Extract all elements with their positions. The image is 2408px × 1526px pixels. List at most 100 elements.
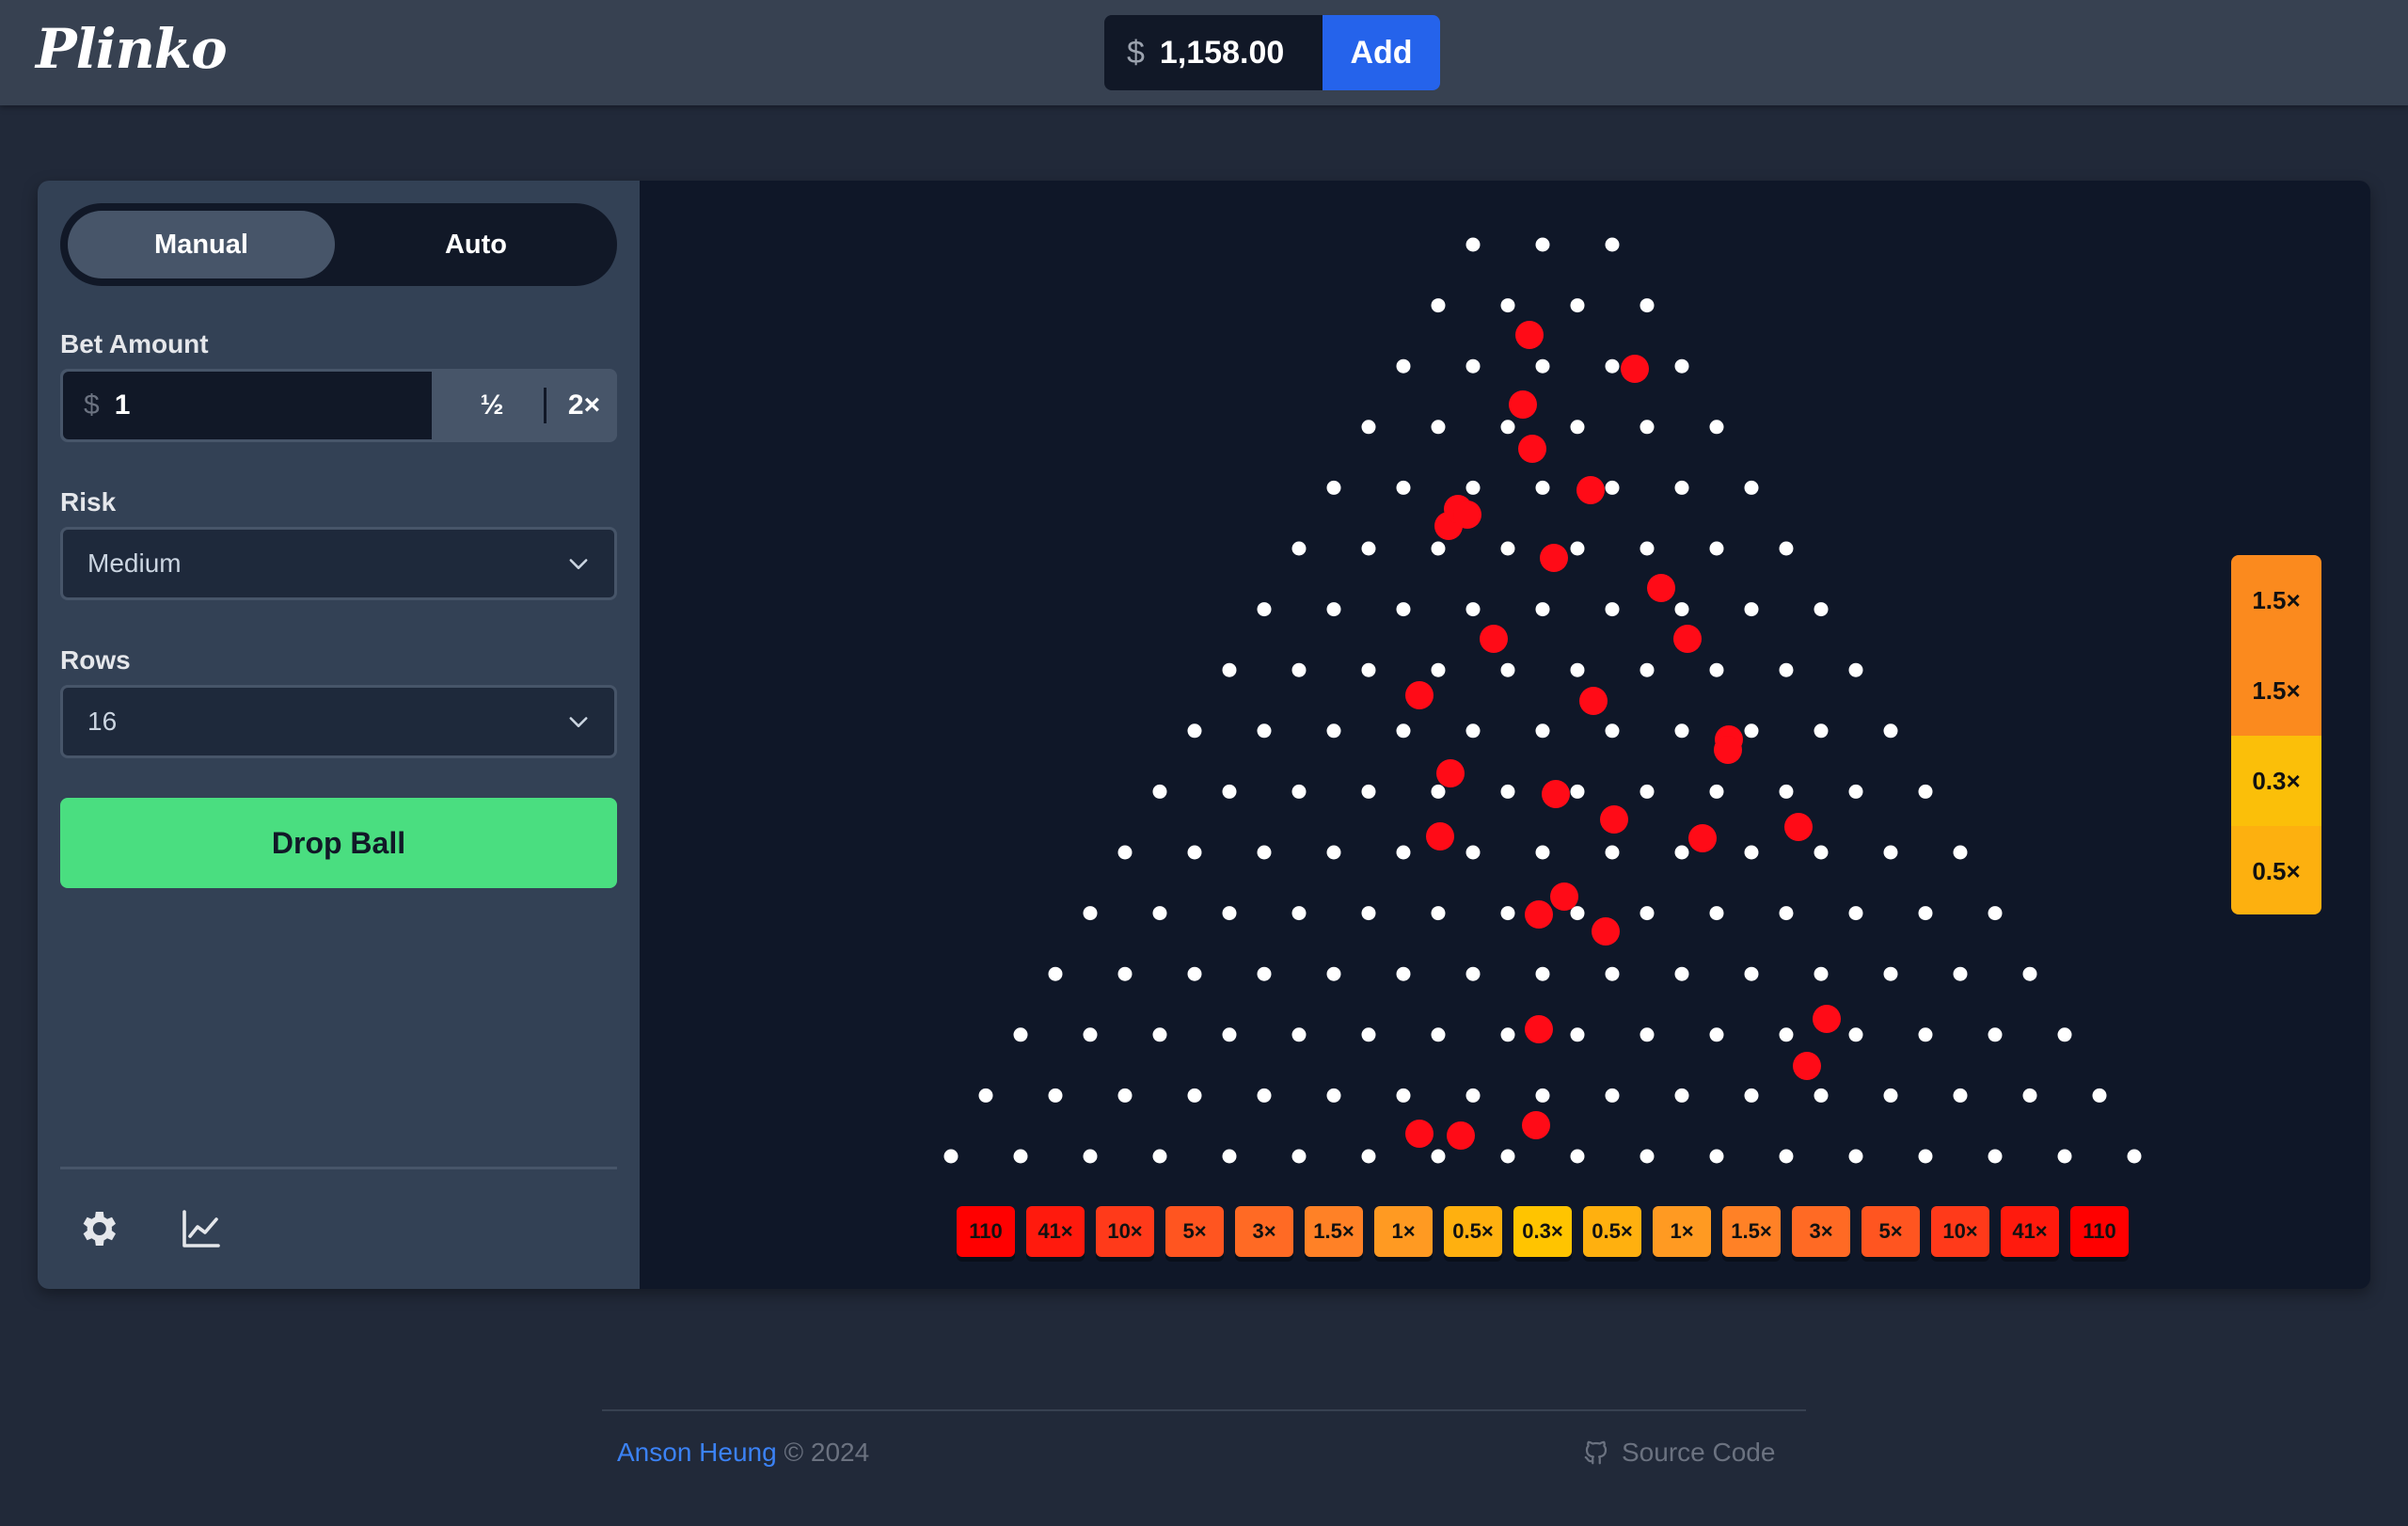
multiplier-slot: 3× <box>1235 1206 1293 1257</box>
double-bet-button[interactable]: 2× <box>538 369 617 442</box>
peg <box>1570 662 1585 677</box>
source-code-link[interactable]: Source Code <box>1582 1438 1775 1468</box>
peg <box>1500 420 1515 435</box>
settings-icon[interactable] <box>75 1206 120 1251</box>
balance-currency: $ <box>1127 34 1145 71</box>
history-item: 0.5× <box>2231 826 2321 914</box>
peg <box>1500 784 1515 799</box>
ball <box>1426 822 1454 850</box>
peg <box>1465 966 1481 981</box>
peg <box>1500 906 1515 921</box>
risk-select[interactable]: Medium <box>60 527 617 600</box>
peg <box>1431 784 1446 799</box>
peg <box>1605 237 1620 252</box>
peg <box>1396 723 1411 739</box>
peg <box>1257 602 1272 617</box>
peg <box>1640 420 1655 435</box>
ball <box>1405 681 1434 709</box>
peg <box>1535 237 1550 252</box>
peg <box>2057 1149 2072 1164</box>
multiplier-slot: 1× <box>1374 1206 1433 1257</box>
multiplier-slot: 0.5× <box>1444 1206 1502 1257</box>
peg <box>1083 1027 1098 1042</box>
peg <box>1431 1027 1446 1042</box>
peg <box>1779 906 1794 921</box>
peg <box>1396 1088 1411 1103</box>
ball <box>1576 476 1605 504</box>
copyright-text: © 2024 <box>784 1438 870 1467</box>
multiplier-slot: 5× <box>1861 1206 1920 1257</box>
balance-display: $ 1,158.00 <box>1104 15 1323 90</box>
ball <box>1813 1005 1841 1033</box>
peg <box>1709 1149 1724 1164</box>
peg <box>1326 480 1341 495</box>
peg <box>1326 966 1341 981</box>
half-bet-button[interactable]: ½ <box>446 369 538 442</box>
ball <box>1515 321 1544 349</box>
multiplier-slot: 3× <box>1792 1206 1850 1257</box>
risk-label: Risk <box>60 487 117 517</box>
peg <box>1814 845 1829 860</box>
chevron-down-icon <box>569 717 588 727</box>
peg <box>1048 966 1063 981</box>
sidebar: Manual Auto Bet Amount $ 1 ½ 2× Risk Med… <box>38 181 640 1289</box>
peg <box>1361 541 1376 556</box>
ball <box>1525 1015 1553 1043</box>
rows-label: Rows <box>60 645 131 675</box>
peg <box>1222 1027 1237 1042</box>
peg <box>2022 1088 2037 1103</box>
peg <box>1361 784 1376 799</box>
peg <box>2092 1088 2107 1103</box>
multiplier-slot: 41× <box>2001 1206 2059 1257</box>
peg <box>1605 966 1620 981</box>
bet-amount-input[interactable]: $ 1 <box>63 372 432 439</box>
peg <box>1500 1027 1515 1042</box>
peg <box>1744 602 1759 617</box>
peg <box>1988 1149 2003 1164</box>
drop-ball-button[interactable]: Drop Ball <box>60 798 617 888</box>
peg <box>1814 1088 1829 1103</box>
add-balance-button[interactable]: Add <box>1323 15 1440 90</box>
tab-auto[interactable]: Auto <box>342 211 610 278</box>
peg <box>1535 723 1550 739</box>
peg <box>1152 906 1167 921</box>
author-link[interactable]: Anson Heung <box>617 1438 777 1467</box>
peg <box>1187 966 1202 981</box>
result-history: 1.5× 1.5× 0.3× 0.5× <box>2231 555 2321 914</box>
peg <box>1431 1149 1446 1164</box>
peg <box>1674 480 1689 495</box>
peg <box>1640 298 1655 313</box>
peg <box>1848 784 1863 799</box>
ball <box>1525 900 1553 929</box>
peg <box>1291 906 1307 921</box>
peg <box>1048 1088 1063 1103</box>
peg <box>1570 1149 1585 1164</box>
peg <box>1222 906 1237 921</box>
peg <box>1744 1088 1759 1103</box>
game-card: Manual Auto Bet Amount $ 1 ½ 2× Risk Med… <box>38 181 2370 1289</box>
peg <box>1605 1088 1620 1103</box>
chart-icon[interactable] <box>179 1206 224 1251</box>
peg <box>1814 723 1829 739</box>
multiplier-slot: 10× <box>1096 1206 1154 1257</box>
peg <box>1361 420 1376 435</box>
peg <box>1570 298 1585 313</box>
tab-manual[interactable]: Manual <box>68 211 335 278</box>
multiplier-slot: 110 <box>957 1206 1015 1257</box>
peg <box>1779 541 1794 556</box>
peg <box>1709 420 1724 435</box>
footer-credit: Anson Heung © 2024 <box>617 1438 869 1468</box>
peg <box>1640 906 1655 921</box>
peg <box>1187 1088 1202 1103</box>
ball <box>1540 544 1568 572</box>
peg <box>1222 784 1237 799</box>
peg <box>1674 1088 1689 1103</box>
ball <box>1688 824 1717 852</box>
peg <box>1779 1149 1794 1164</box>
peg <box>1779 662 1794 677</box>
peg <box>1953 966 1968 981</box>
rows-select[interactable]: 16 <box>60 685 617 758</box>
peg <box>1291 662 1307 677</box>
multiplier-slot: 5× <box>1165 1206 1224 1257</box>
ball <box>1673 625 1702 653</box>
